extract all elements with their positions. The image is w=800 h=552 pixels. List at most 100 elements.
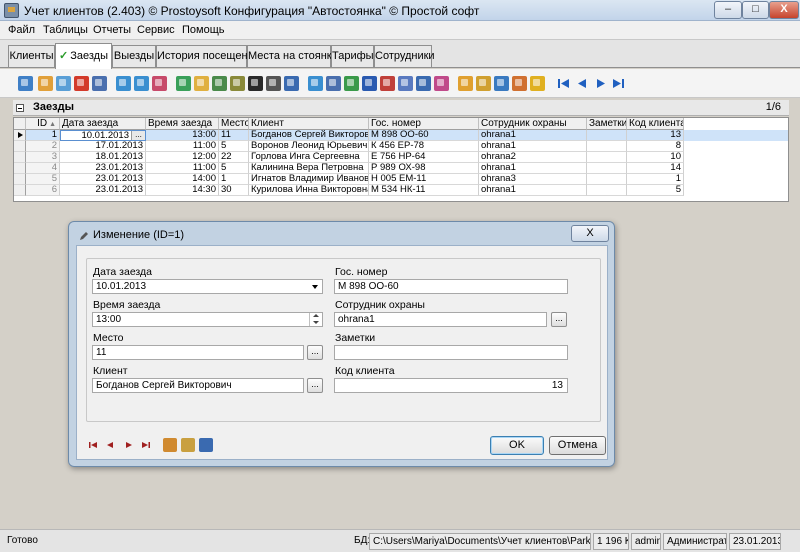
edit-record-icon[interactable] <box>38 76 53 91</box>
cell-code: 1 <box>627 174 684 185</box>
print-preview-icon[interactable] <box>284 76 299 91</box>
export-excel-icon[interactable] <box>344 76 359 91</box>
place-select-button[interactable]: ... <box>307 345 323 360</box>
tab-employees[interactable]: Сотрудники <box>374 45 435 67</box>
menu-service[interactable]: Сервис <box>137 24 175 36</box>
minimize-button[interactable]: – <box>714 1 742 19</box>
card-view-icon[interactable] <box>92 76 107 91</box>
sort-icon[interactable] <box>212 76 227 91</box>
client-field[interactable]: Богданов Сергей Викторович <box>92 378 304 393</box>
collapse-icon[interactable] <box>16 104 24 112</box>
sum-icon[interactable] <box>230 76 245 91</box>
col-place-header[interactable]: Место <box>219 118 249 130</box>
import-icon[interactable] <box>326 76 341 91</box>
first-record-icon[interactable] <box>556 76 571 91</box>
copy-record-icon[interactable] <box>56 76 71 91</box>
time-field[interactable]: 13:00 <box>92 312 323 327</box>
check-icon: ✓ <box>59 50 69 62</box>
tab-clients[interactable]: Клиенты <box>8 45 55 67</box>
first-record-icon[interactable] <box>88 440 98 450</box>
cell-notes <box>587 185 627 196</box>
filter-icon[interactable] <box>116 76 131 91</box>
cell-date[interactable]: 10.01.2013... <box>60 130 146 141</box>
menu-tables[interactable]: Таблицы <box>43 24 88 36</box>
menu-file[interactable]: Файл <box>8 24 35 36</box>
table-row[interactable]: 2 17.01.2013 11:00 5 Воронов Леонид Юрье… <box>14 141 788 152</box>
table-row[interactable]: 6 23.01.2013 14:30 30 Курилова Инна Викт… <box>14 185 788 196</box>
close-button[interactable]: X <box>769 1 799 19</box>
date-field[interactable]: 10.01.2013 <box>92 279 323 294</box>
menu-reports[interactable]: Отчеты <box>93 24 131 36</box>
col-client-header[interactable]: Клиент <box>249 118 369 130</box>
group-icon[interactable] <box>194 76 209 91</box>
filter-add-icon[interactable] <box>134 76 149 91</box>
last-record-icon[interactable] <box>141 440 151 450</box>
tools-icon[interactable] <box>163 438 177 452</box>
settings-icon[interactable] <box>181 438 195 452</box>
col-code-header[interactable]: Код клиента <box>627 118 684 130</box>
menu-help[interactable]: Помощь <box>182 24 225 36</box>
chevron-down-icon[interactable] <box>308 280 322 293</box>
plate-field[interactable]: М 898 ОО-60 <box>334 279 568 294</box>
table-settings-icon[interactable] <box>494 76 509 91</box>
print-icon[interactable] <box>199 438 213 452</box>
text-format-icon[interactable] <box>476 76 491 91</box>
columns-icon[interactable] <box>458 76 473 91</box>
export-icon[interactable] <box>308 76 323 91</box>
guard-field[interactable]: ohrana1 <box>334 312 547 327</box>
next-record-icon[interactable] <box>593 76 608 91</box>
cell-id: 4 <box>26 163 60 174</box>
export-html-icon[interactable] <box>380 76 395 91</box>
col-time-header[interactable]: Время заезда <box>146 118 219 130</box>
tab-arrivals[interactable]: ✓ Заезды <box>55 43 112 69</box>
add-record-icon[interactable] <box>18 76 33 91</box>
table-row[interactable]: 3 18.01.2013 12:00 22 Горлова Инга Серге… <box>14 152 788 163</box>
cell-guard: ohrana1 <box>479 163 587 174</box>
tab-departures[interactable]: Выезды <box>112 45 156 67</box>
table-row[interactable]: 5 23.01.2013 14:00 1 Игнатов Владимир Ив… <box>14 174 788 185</box>
spin-icon[interactable] <box>309 313 322 326</box>
col-date-header[interactable]: Дата заезда <box>60 118 146 130</box>
cell-date: 23.01.2013 <box>60 174 146 185</box>
table-row[interactable]: 4 23.01.2013 11:00 5 Калинина Вера Петро… <box>14 163 788 174</box>
client-select-button[interactable]: ... <box>307 378 323 393</box>
notes-field[interactable] <box>334 345 568 360</box>
find-icon[interactable] <box>248 76 263 91</box>
tab-tariffs[interactable]: Тарифы <box>331 45 374 67</box>
prev-record-icon[interactable] <box>575 76 590 91</box>
cell-ellipsis-button[interactable]: ... <box>131 131 145 140</box>
print-icon[interactable] <box>266 76 281 91</box>
chart-icon[interactable] <box>434 76 449 91</box>
col-id-header[interactable]: ID ▲ <box>26 118 60 130</box>
delete-record-icon[interactable] <box>74 76 89 91</box>
prev-record-icon[interactable] <box>105 440 115 450</box>
guard-select-button[interactable]: ... <box>551 312 567 327</box>
col-notes-header[interactable]: Заметки <box>587 118 627 130</box>
last-record-icon[interactable] <box>611 76 626 91</box>
copy-table-icon[interactable] <box>398 76 413 91</box>
code-field[interactable]: 13 <box>334 378 568 393</box>
ok-button[interactable]: OK <box>490 436 544 455</box>
export-word-icon[interactable] <box>362 76 377 91</box>
tab-visit-history[interactable]: История посещений <box>156 45 260 67</box>
tab-parking-places[interactable]: Места на стоянке <box>247 45 338 67</box>
cell-notes <box>587 152 627 163</box>
col-plate-header[interactable]: Гос. номер <box>369 118 479 130</box>
scheduler-icon[interactable] <box>512 76 527 91</box>
next-record-icon[interactable] <box>124 440 134 450</box>
flash-icon[interactable] <box>530 76 545 91</box>
filter-clear-icon[interactable] <box>152 76 167 91</box>
plate-label: Гос. номер <box>335 266 388 278</box>
report-icon[interactable] <box>416 76 431 91</box>
cancel-button[interactable]: Отмена <box>549 436 606 455</box>
maximize-button[interactable]: □ <box>742 1 769 19</box>
col-guard-header[interactable]: Сотрудник охраны <box>479 118 587 130</box>
panel-header: Заезды 1/6 <box>13 100 789 116</box>
record-counter: 1/6 <box>765 101 781 113</box>
refresh-icon[interactable] <box>176 76 191 91</box>
table-row[interactable]: 1 10.01.2013... 13:00 11 Богданов Сергей… <box>14 130 788 141</box>
tab-arrivals-label: Заезды <box>70 50 108 62</box>
place-field[interactable]: 11 <box>92 345 304 360</box>
dialog-close-button[interactable]: X <box>571 225 609 242</box>
cell-notes <box>587 174 627 185</box>
